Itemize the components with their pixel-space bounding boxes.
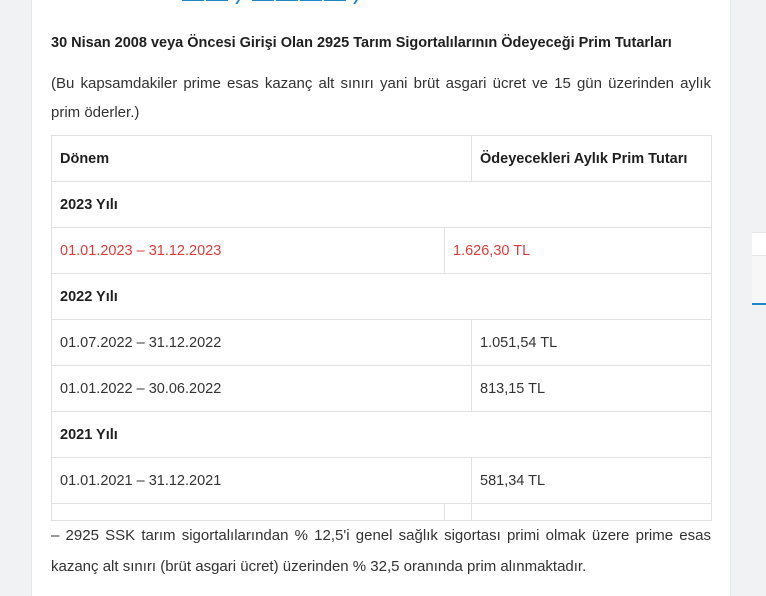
row-amount: 1.051,54 TL [471,319,712,366]
header-period: Dönem [51,135,472,182]
premium-table: Dönem Ödeyecekleri Aylık Prim Tutarı 202… [51,135,712,521]
table-row-partial [51,503,712,521]
article-card: —— ⁄ ———— ⁄ 30 Nisan 2008 veya Öncesi Gi… [32,0,730,596]
partial-cell [471,503,712,521]
row-period: 01.01.2021 – 31.12.2021 [51,457,472,504]
section-heading: 30 Nisan 2008 veya Öncesi Girişi Olan 29… [51,35,672,51]
year-row: 2021 Yılı [51,411,712,458]
row-amount: 581,34 TL [471,457,712,504]
sidebar-widget-edge [752,232,766,305]
year-row: 2023 Yılı [51,181,712,228]
year-label-2021: 2021 Yılı [51,411,712,458]
year-row: 2022 Yılı [51,273,712,320]
row-amount: 1.626,30 TL [444,227,712,274]
intro-note: (Bu kapsamdakiler prime esas kazanç alt … [51,75,711,121]
year-label-2023: 2023 Yılı [51,181,712,228]
table-row: 01.01.2021 – 31.12.2021 581,34 TL [51,457,712,504]
table-row: 01.07.2022 – 31.12.2022 1.051,54 TL [51,319,712,366]
sidebar-accent-line [752,303,766,305]
sidebar-widget-tab[interactable] [752,255,766,304]
table-header-row: Dönem Ödeyecekleri Aylık Prim Tutarı [51,135,712,182]
row-period: 01.01.2023 – 31.12.2023 [51,227,445,274]
row-period: 01.07.2022 – 31.12.2022 [51,319,472,366]
year-label-2022: 2022 Yılı [51,273,712,320]
footer-note: – 2925 SSK tarım sigortalılarından % 12,… [51,527,711,575]
partial-cell [51,503,445,521]
table-row: 01.01.2022 – 30.06.2022 813,15 TL [51,365,712,412]
table-row: 01.01.2023 – 31.12.2023 1.626,30 TL [51,227,712,274]
row-amount: 813,15 TL [471,365,712,412]
row-period: 01.01.2022 – 30.06.2022 [51,365,472,412]
partial-cell [444,503,472,521]
header-amount: Ödeyecekleri Aylık Prim Tutarı [471,135,712,182]
cropped-title-fragment: —— ⁄ ———— ⁄ [182,0,392,4]
